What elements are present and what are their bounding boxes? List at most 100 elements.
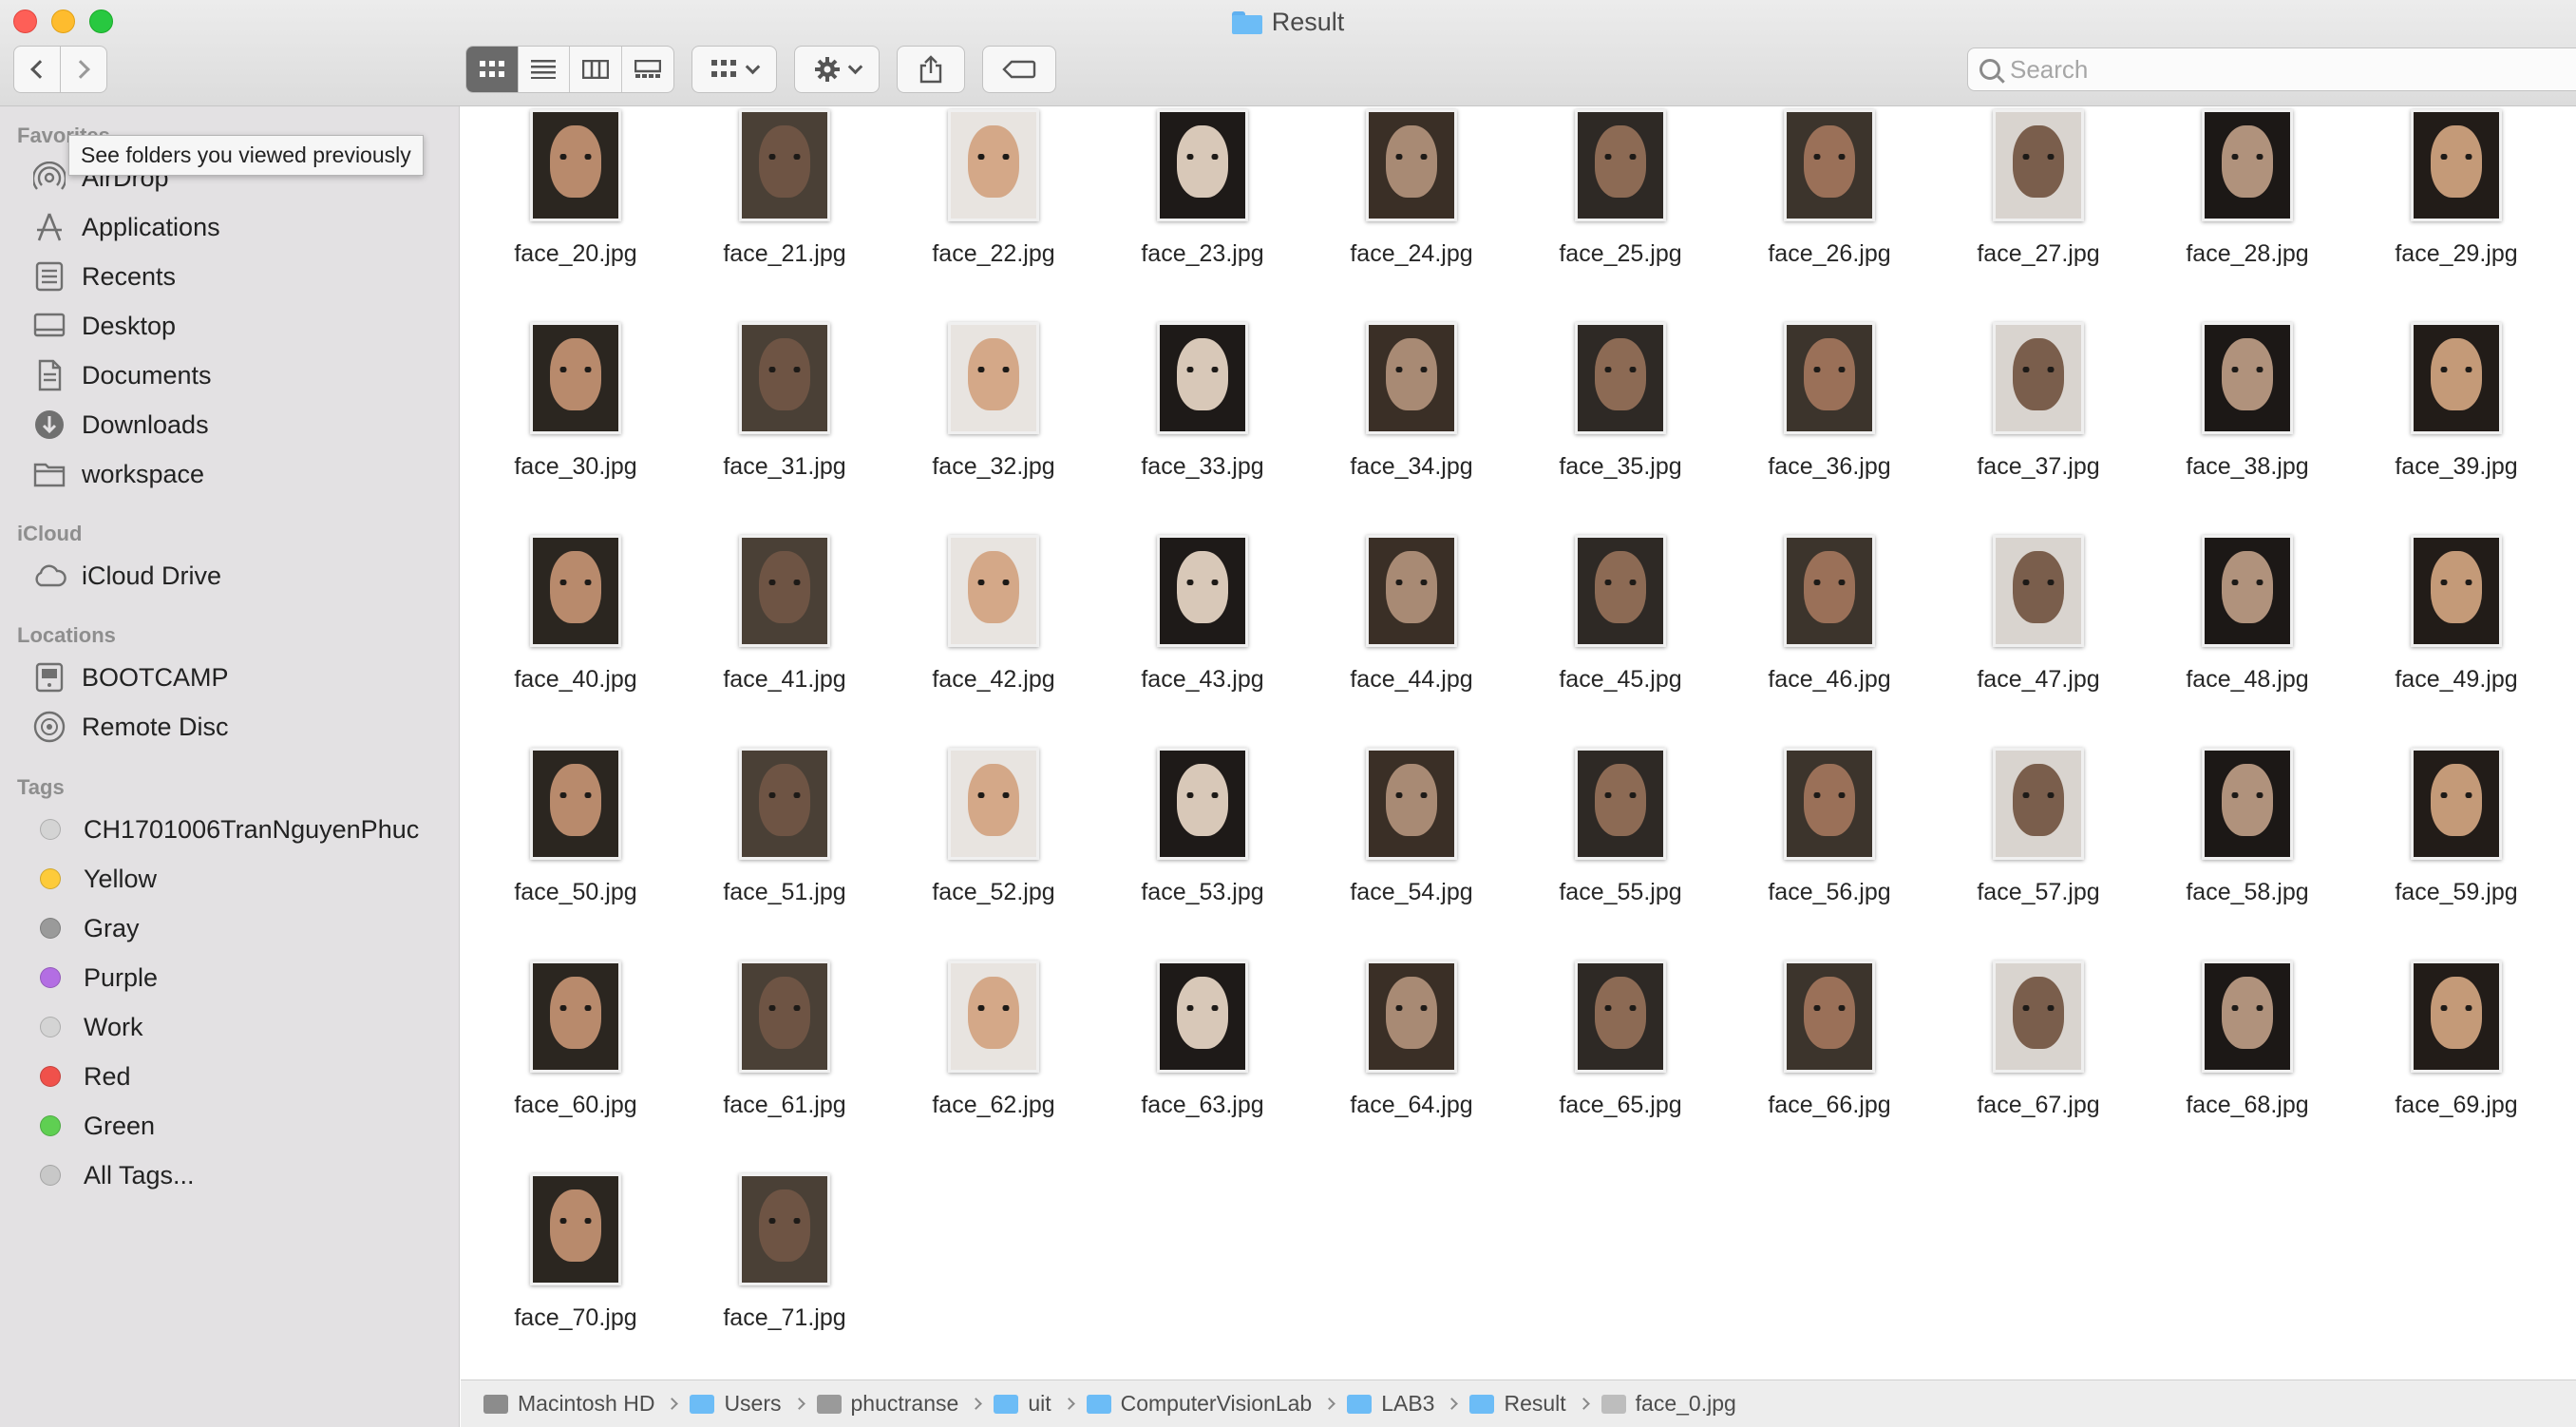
sidebar-tag-item[interactable]: CH1701006TranNguyenPhuc xyxy=(32,809,419,850)
face-thumbnail-icon xyxy=(2013,977,2064,1049)
file-item[interactable]: face_44.jpg xyxy=(1307,535,1516,748)
file-item[interactable]: face_53.jpg xyxy=(1098,748,1307,961)
file-item[interactable]: face_70.jpg xyxy=(471,1173,680,1379)
forward-button[interactable] xyxy=(60,46,107,93)
file-item[interactable]: face_52.jpg xyxy=(889,748,1098,961)
file-item[interactable]: face_36.jpg xyxy=(1725,322,1934,535)
file-item[interactable]: face_25.jpg xyxy=(1516,109,1725,322)
file-item[interactable]: face_57.jpg xyxy=(1934,748,2143,961)
file-item[interactable]: face_33.jpg xyxy=(1098,322,1307,535)
file-item[interactable]: face_59.jpg xyxy=(2352,748,2561,961)
file-item[interactable]: face_68.jpg xyxy=(2143,961,2352,1173)
file-item[interactable]: face_26.jpg xyxy=(1725,109,1934,322)
back-button[interactable] xyxy=(13,46,61,93)
sidebar-item-workspace[interactable]: workspace xyxy=(32,453,204,495)
file-item[interactable]: face_29.jpg xyxy=(2352,109,2561,322)
file-item[interactable]: face_30.jpg xyxy=(471,322,680,535)
file-item[interactable]: face_22.jpg xyxy=(889,109,1098,322)
search-input[interactable] xyxy=(2010,54,2542,85)
edit-tags-button[interactable] xyxy=(982,46,1056,93)
sidebar-tag-item[interactable]: Purple xyxy=(32,957,158,999)
path-crumb[interactable]: uit xyxy=(994,1391,1051,1417)
file-item[interactable]: face_55.jpg xyxy=(1516,748,1725,961)
file-item[interactable]: face_37.jpg xyxy=(1934,322,2143,535)
sidebar-item-remote-disc[interactable]: Remote Disc xyxy=(32,706,229,748)
group-by-button[interactable] xyxy=(691,46,777,93)
file-item[interactable]: face_63.jpg xyxy=(1098,961,1307,1173)
path-crumb[interactable]: phuctranse xyxy=(816,1391,958,1417)
file-item[interactable]: face_41.jpg xyxy=(680,535,889,748)
sidebar-item-downloads[interactable]: Downloads xyxy=(32,404,209,446)
sidebar-item-icloud-drive[interactable]: iCloud Drive xyxy=(32,555,221,597)
list-view-button[interactable] xyxy=(519,47,570,92)
sidebar-tag-item[interactable]: Green xyxy=(32,1105,155,1147)
share-button[interactable] xyxy=(897,46,965,93)
path-crumb[interactable]: LAB3 xyxy=(1347,1391,1434,1417)
sidebar-item-recents[interactable]: Recents xyxy=(32,256,176,297)
file-item[interactable]: face_49.jpg xyxy=(2352,535,2561,748)
file-name: face_47.jpg xyxy=(1977,666,2100,693)
sidebar-tag-item[interactable]: All Tags... xyxy=(32,1154,195,1196)
file-item[interactable]: face_64.jpg xyxy=(1307,961,1516,1173)
path-crumb[interactable]: Result xyxy=(1469,1391,1566,1417)
file-item[interactable]: face_62.jpg xyxy=(889,961,1098,1173)
sidebar-tag-item[interactable]: Yellow xyxy=(32,858,157,900)
file-item[interactable]: face_56.jpg xyxy=(1725,748,1934,961)
file-item[interactable]: face_20.jpg xyxy=(471,109,680,322)
file-item[interactable]: face_32.jpg xyxy=(889,322,1098,535)
column-view-button[interactable] xyxy=(570,47,622,92)
eyes-shape xyxy=(1185,367,1220,372)
file-item[interactable]: face_35.jpg xyxy=(1516,322,1725,535)
file-item[interactable]: face_39.jpg xyxy=(2352,322,2561,535)
path-crumb[interactable]: Macintosh HD xyxy=(483,1391,654,1417)
file-item[interactable]: face_69.jpg xyxy=(2352,961,2561,1173)
sidebar-item-applications[interactable]: Applications xyxy=(32,206,220,248)
file-item[interactable]: face_27.jpg xyxy=(1934,109,2143,322)
path-crumb[interactable]: ComputerVisionLab xyxy=(1086,1391,1312,1417)
file-item[interactable]: face_58.jpg xyxy=(2143,748,2352,961)
sidebar-item-documents[interactable]: Documents xyxy=(32,354,212,396)
path-crumb[interactable]: face_0.jpg xyxy=(1601,1391,1736,1417)
file-item[interactable]: face_65.jpg xyxy=(1516,961,1725,1173)
image-thumbnail xyxy=(948,961,1039,1073)
path-crumb[interactable]: Users xyxy=(690,1391,782,1417)
file-item[interactable]: face_47.jpg xyxy=(1934,535,2143,748)
file-name: face_41.jpg xyxy=(723,666,846,693)
file-item[interactable]: face_34.jpg xyxy=(1307,322,1516,535)
file-item[interactable]: face_24.jpg xyxy=(1307,109,1516,322)
file-item[interactable]: face_60.jpg xyxy=(471,961,680,1173)
file-item[interactable]: face_21.jpg xyxy=(680,109,889,322)
file-item[interactable]: face_45.jpg xyxy=(1516,535,1725,748)
file-item[interactable]: face_40.jpg xyxy=(471,535,680,748)
sidebar-item-bootcamp[interactable]: BOOTCAMP xyxy=(32,656,229,698)
sidebar-tag-item[interactable]: Red xyxy=(32,1056,131,1097)
file-item[interactable]: face_71.jpg xyxy=(680,1173,889,1379)
file-item[interactable]: face_46.jpg xyxy=(1725,535,1934,748)
file-item[interactable]: face_28.jpg xyxy=(2143,109,2352,322)
file-item[interactable]: face_61.jpg xyxy=(680,961,889,1173)
file-item[interactable]: face_50.jpg xyxy=(471,748,680,961)
file-item[interactable]: face_51.jpg xyxy=(680,748,889,961)
image-file-icon xyxy=(1601,1394,1626,1414)
eyes-shape xyxy=(1394,1005,1429,1011)
sidebar-item-desktop[interactable]: Desktop xyxy=(32,305,176,347)
sidebar-tag-item[interactable]: Work xyxy=(32,1006,143,1048)
file-item[interactable]: face_54.jpg xyxy=(1307,748,1516,961)
file-item[interactable]: face_38.jpg xyxy=(2143,322,2352,535)
file-name: face_53.jpg xyxy=(1141,879,1264,905)
file-item[interactable]: face_31.jpg xyxy=(680,322,889,535)
icon-view-button[interactable] xyxy=(466,47,519,92)
sidebar-tag-item[interactable]: Gray xyxy=(32,907,140,949)
chevron-down-icon xyxy=(847,59,862,74)
file-item[interactable]: face_23.jpg xyxy=(1098,109,1307,322)
file-item[interactable]: face_48.jpg xyxy=(2143,535,2352,748)
search-field[interactable] xyxy=(1967,48,2576,91)
sidebar-section-icloud: iCloud xyxy=(17,522,83,545)
action-menu-button[interactable] xyxy=(794,46,880,93)
icon-view-icon xyxy=(479,61,504,77)
file-item[interactable]: face_66.jpg xyxy=(1725,961,1934,1173)
file-item[interactable]: face_67.jpg xyxy=(1934,961,2143,1173)
gallery-view-button[interactable] xyxy=(622,47,674,92)
file-item[interactable]: face_43.jpg xyxy=(1098,535,1307,748)
file-item[interactable]: face_42.jpg xyxy=(889,535,1098,748)
